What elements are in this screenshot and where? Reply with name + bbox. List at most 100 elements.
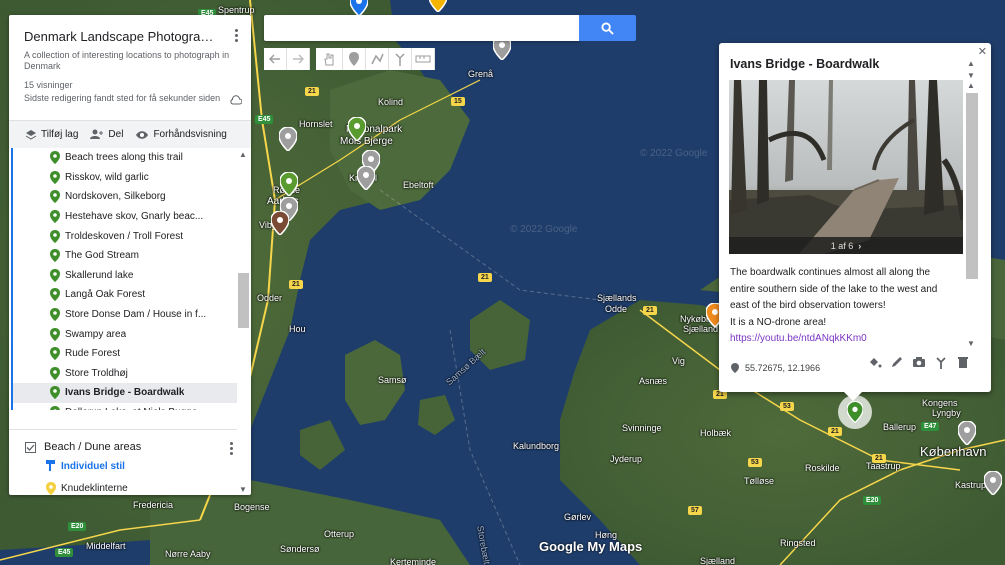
list-item[interactable]: Risskov, wild garlic xyxy=(11,167,237,188)
scroll-up-icon[interactable]: ▲ xyxy=(239,150,247,159)
marker-icon xyxy=(50,308,60,322)
cloud-saved-icon xyxy=(230,95,242,105)
map-marker[interactable] xyxy=(429,0,447,12)
scroll-up-icon[interactable]: ▲ xyxy=(967,59,975,68)
list-item[interactable]: Store Troldhøj xyxy=(11,363,237,384)
place-label: Kastrup xyxy=(955,480,987,490)
individual-style-link[interactable]: Individuel stil xyxy=(9,460,237,472)
edit-button[interactable] xyxy=(887,353,907,371)
scroll-down-icon[interactable]: ▼ xyxy=(967,339,975,348)
layer-options-button[interactable] xyxy=(230,440,233,457)
map-marker[interactable] xyxy=(280,172,298,196)
place-label: Sjællands xyxy=(597,293,637,303)
place-label: Asnæs xyxy=(639,376,668,386)
place-label: Sjælland xyxy=(700,556,736,565)
place-label: Ringsted xyxy=(780,538,816,548)
place-label: Bogense xyxy=(234,502,270,512)
marker-icon xyxy=(50,366,60,380)
close-icon[interactable]: ✕ xyxy=(978,45,987,58)
list-item-label: Dollerup Lake, at Niels Bugge... xyxy=(65,407,206,410)
place-label: Kongens xyxy=(922,398,958,408)
list-item[interactable]: Nordskoven, Silkeborg xyxy=(11,187,237,207)
map-marker[interactable] xyxy=(984,471,1002,495)
draw-line-button[interactable] xyxy=(366,48,389,70)
list-item[interactable]: Beach trees along this trail xyxy=(11,148,237,168)
share-button[interactable]: Del xyxy=(90,129,123,140)
map-search-input[interactable] xyxy=(264,15,580,41)
youtube-link[interactable]: https://youtu.be/ntdANqkKKm0 xyxy=(730,333,867,344)
marker-icon xyxy=(50,386,60,400)
undo-button[interactable] xyxy=(264,48,287,70)
list-item[interactable]: The God Stream xyxy=(11,245,237,266)
place-description: The boardwalk continues almost all along… xyxy=(730,265,945,348)
map-marker[interactable] xyxy=(348,117,366,141)
map-marker[interactable] xyxy=(350,0,368,16)
marker-icon xyxy=(46,482,56,495)
scroll-down-icon[interactable]: ▼ xyxy=(967,71,975,80)
pan-hand-button[interactable] xyxy=(316,48,343,70)
list-item[interactable]: Langå Oak Forest xyxy=(11,285,237,305)
road-shield: 53 xyxy=(780,402,794,411)
style-button[interactable] xyxy=(865,353,885,371)
map-marker[interactable] xyxy=(279,127,297,151)
trash-icon xyxy=(958,357,968,368)
map-description[interactable]: A collection of interesting locations to… xyxy=(24,50,236,72)
list-item[interactable]: Rude Forest xyxy=(11,343,237,364)
list-item-label: Store Troldhøj xyxy=(65,367,128,379)
place-label: Jyderup xyxy=(610,454,643,464)
place-label: Middelfart xyxy=(86,541,126,551)
chevron-right-icon[interactable]: › xyxy=(858,241,861,251)
add-marker-button[interactable] xyxy=(343,48,366,70)
undo-icon xyxy=(269,54,280,64)
list-item[interactable]: Hestehave skov, Gnarly beac... xyxy=(11,206,237,227)
more-options-button[interactable] xyxy=(231,27,241,45)
delete-button[interactable] xyxy=(953,353,973,371)
card-scrollbar[interactable]: ▲ ▼ ▲ ▼ xyxy=(966,59,978,351)
list-item[interactable]: Swampy area xyxy=(11,324,237,344)
marker-icon xyxy=(50,170,60,184)
place-photo[interactable] xyxy=(729,80,963,254)
draw-line-icon xyxy=(371,53,384,65)
list-item[interactable]: Troldeskoven / Troll Forest xyxy=(11,226,237,246)
location-pin-icon xyxy=(731,363,739,373)
place-label: Grenå xyxy=(468,69,494,79)
map-title[interactable]: Denmark Landscape Photography... xyxy=(24,29,220,44)
marker-icon xyxy=(50,210,60,224)
road-shield: E20 xyxy=(863,496,882,505)
road-shield: 21 xyxy=(305,87,319,96)
place-label: Hou xyxy=(289,324,306,334)
list-item-label: Hestehave skov, Gnarly beac... xyxy=(65,211,204,223)
map-marker[interactable] xyxy=(958,421,976,445)
directions-icon xyxy=(395,53,405,66)
scroll-thumb[interactable] xyxy=(238,273,249,328)
directions-button[interactable] xyxy=(389,48,412,70)
list-item[interactable]: Knudeklinterne xyxy=(9,482,237,495)
add-layer-button[interactable]: Tilføj lag xyxy=(25,129,78,140)
panel-scrollbar[interactable]: ▲ ▼ xyxy=(237,148,250,495)
marker-icon xyxy=(50,347,60,361)
layer-checkbox-icon[interactable] xyxy=(25,441,36,453)
scroll-down-icon[interactable]: ▼ xyxy=(239,485,247,494)
add-photo-button[interactable] xyxy=(909,353,929,371)
map-legend-panel: Denmark Landscape Photography... A colle… xyxy=(9,15,251,495)
photo-counter[interactable]: 1 af 6 › xyxy=(729,237,963,254)
search-icon xyxy=(601,21,614,35)
redo-button[interactable] xyxy=(287,48,310,70)
map-marker[interactable] xyxy=(271,211,289,235)
directions-button[interactable] xyxy=(931,353,951,371)
list-item[interactable]: Store Donse Dam / House in f... xyxy=(11,304,237,325)
scroll-thumb[interactable] xyxy=(966,93,978,279)
camera-icon xyxy=(913,357,925,367)
list-item[interactable]: Ivans Bridge - Boardwalk xyxy=(11,383,237,403)
search-button[interactable] xyxy=(579,15,636,41)
measure-button[interactable] xyxy=(412,48,435,70)
map-marker[interactable] xyxy=(357,166,375,190)
list-item[interactable]: Dollerup Lake, at Niels Bugge... xyxy=(11,402,237,410)
scroll-up-icon[interactable]: ▲ xyxy=(967,81,975,90)
list-item[interactable]: Skallerund lake xyxy=(11,265,237,286)
marker-icon xyxy=(50,151,60,165)
layer-name[interactable]: Beach / Dune areas xyxy=(44,441,141,453)
boardwalk-photo xyxy=(729,80,963,254)
preview-button[interactable]: Forhåndsvisning xyxy=(135,129,227,140)
place-label: Hornslet xyxy=(299,119,333,129)
